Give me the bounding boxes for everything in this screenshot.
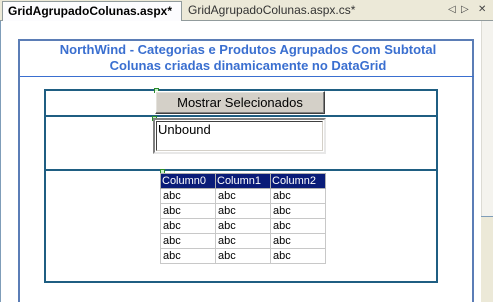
datagrid[interactable]: Column0 Column1 Column2 abc abc abc abc … <box>160 173 326 264</box>
datagrid-column-header[interactable]: Column0 <box>160 173 216 189</box>
tab-aspx[interactable]: GridAgrupadoColunas.aspx* <box>2 1 182 21</box>
datagrid-cell: abc <box>160 188 216 204</box>
layout-row-separator <box>46 169 436 171</box>
datagrid-cell: abc <box>270 248 326 264</box>
datagrid-column-header[interactable]: Column2 <box>270 173 326 189</box>
datagrid-row: abc abc abc <box>160 218 326 234</box>
datagrid-cell: abc <box>160 203 216 219</box>
datagrid-column-header[interactable]: Column1 <box>215 173 271 189</box>
page-title: NorthWind - Categorias e Produtos Agrupa… <box>59 42 437 57</box>
datagrid-cell: abc <box>270 203 326 219</box>
datagrid-cell: abc <box>215 203 271 219</box>
datagrid-row: abc abc abc <box>160 248 326 264</box>
datagrid-cell: abc <box>270 188 326 204</box>
page-subtitle: Colunas criadas dinamicamente no DataGri… <box>109 58 387 73</box>
datagrid-cell: abc <box>215 248 271 264</box>
scroll-tabs-left-icon[interactable]: ◁ <box>448 2 456 18</box>
datagrid-cell: abc <box>270 218 326 234</box>
datagrid-cell: abc <box>215 233 271 249</box>
show-selected-button[interactable]: Mostrar Selecionados <box>155 91 325 114</box>
unbound-listbox[interactable]: Unbound <box>153 118 326 154</box>
vertical-scrollbar[interactable] <box>481 21 493 216</box>
close-tab-icon[interactable]: ✕ <box>478 2 486 18</box>
datagrid-cell: abc <box>160 248 216 264</box>
scroll-tabs-right-icon[interactable]: ▷ <box>461 2 469 18</box>
layout-row-separator <box>46 115 436 117</box>
datagrid-cell: abc <box>160 218 216 234</box>
datagrid-cell: abc <box>215 218 271 234</box>
datagrid-row: abc abc abc <box>160 188 326 204</box>
scrollbar-lower-area <box>481 230 493 302</box>
title-underline <box>20 76 474 77</box>
tab-aspx-cs[interactable]: GridAgrupadoColunas.aspx.cs* <box>183 1 355 20</box>
listbox-placeholder-text: Unbound <box>158 122 211 137</box>
datagrid-cell: abc <box>270 233 326 249</box>
document-tab-strip: GridAgrupadoColunas.aspx* GridAgrupadoCo… <box>0 0 493 21</box>
datagrid-cell: abc <box>160 233 216 249</box>
datagrid-row: abc abc abc <box>160 233 326 249</box>
datagrid-row: abc abc abc <box>160 203 326 219</box>
datagrid-cell: abc <box>215 188 271 204</box>
datagrid-header-row: Column0 Column1 Column2 <box>160 173 326 189</box>
scrollbar-divider <box>481 216 493 217</box>
